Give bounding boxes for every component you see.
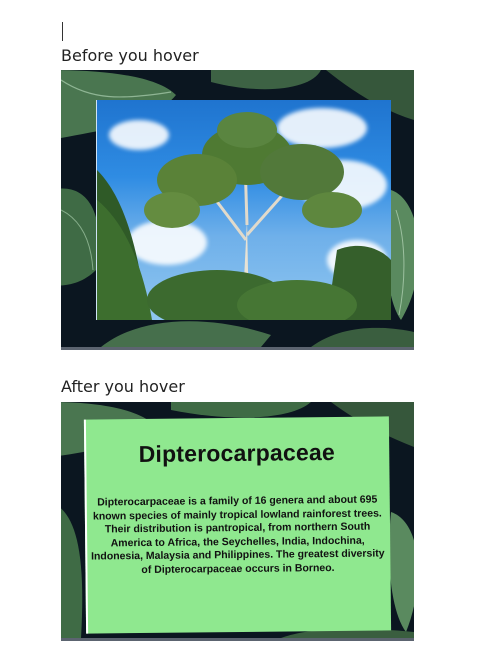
tree-card-default[interactable] <box>61 70 414 350</box>
before-hover-label: Before you hover <box>61 46 199 65</box>
after-hover-label: After you hover <box>61 377 185 396</box>
tree-illustration <box>97 112 391 320</box>
description-overlay: Dipterocarpaceae Dipterocarpaceae is a f… <box>83 416 392 634</box>
tree-photo <box>96 100 391 320</box>
tree-card-hovered[interactable]: Dipterocarpaceae Dipterocarpaceae is a f… <box>61 402 414 641</box>
page: Before you hover After you hover Diptero… <box>0 0 502 655</box>
text-cursor <box>62 22 63 41</box>
overlay-title: Dipterocarpaceae <box>138 438 336 468</box>
overlay-description: Dipterocarpaceae is a family of 16 gener… <box>90 493 385 576</box>
